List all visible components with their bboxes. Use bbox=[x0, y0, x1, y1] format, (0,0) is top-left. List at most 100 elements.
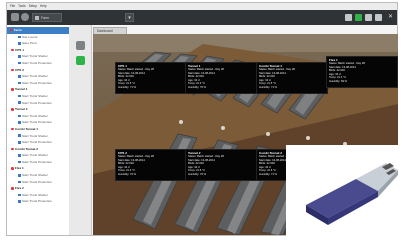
folder-icon bbox=[11, 127, 14, 131]
tree-group[interactable]: CPS 2 bbox=[7, 67, 69, 74]
tree-item-label: Tunnel 2 bbox=[15, 107, 28, 112]
tree-item[interactable]: Start Trunk Protection bbox=[7, 119, 69, 126]
camera-overlay[interactable]: Tunnel 1 Status: Batch started - Day 28 St… bbox=[185, 62, 257, 94]
tree-item-label: Combi Tunnel 1 bbox=[15, 126, 38, 131]
site-icon bbox=[35, 16, 39, 20]
tree-item[interactable]: Start Trunk Shelter bbox=[7, 73, 69, 80]
tree-item-label: Start Trunk Protection bbox=[22, 100, 52, 105]
page-icon bbox=[18, 193, 21, 197]
menu-file[interactable]: File bbox=[10, 3, 15, 10]
page-icon bbox=[18, 154, 21, 157]
tree-item-label: Start Trunk Shelter bbox=[22, 113, 48, 118]
folder-icon bbox=[11, 147, 14, 151]
tree-item-label: Start Trunk Protection bbox=[22, 80, 52, 85]
tree-group[interactable]: Combi Tunnel 1 bbox=[7, 126, 69, 133]
camera-view-icon[interactable] bbox=[355, 14, 362, 21]
tree-item[interactable]: Start Trunk Shelter bbox=[7, 152, 69, 159]
page-icon bbox=[18, 61, 21, 65]
tree-item-label: Start Trunk Shelter bbox=[22, 54, 48, 59]
usb-stick-image bbox=[286, 145, 403, 241]
tree-item[interactable]: Start Trunk Protection bbox=[7, 198, 69, 205]
camera-overlay[interactable]: Flex 1 Status: Batch started - Day 28 Star… bbox=[326, 56, 398, 88]
tree-item-label: Sites Pivot bbox=[22, 41, 37, 46]
page-icon bbox=[18, 75, 21, 78]
home-icon[interactable] bbox=[11, 13, 19, 21]
menu-bar: File Tools Setup Help bbox=[7, 3, 397, 10]
camera-stat: Humidity: 70 % bbox=[188, 172, 207, 176]
site-select-label: Farm bbox=[41, 16, 50, 20]
folder-icon bbox=[11, 88, 14, 91]
tree-item-label: Start Trunk Shelter bbox=[22, 173, 48, 178]
menu-tools[interactable]: Tools bbox=[18, 3, 25, 10]
page-icon bbox=[18, 141, 21, 144]
toolbar: Farm ▾ ✕ bbox=[7, 10, 397, 25]
tree-item[interactable]: Start Trunk Shelter bbox=[7, 93, 69, 100]
camera-overlay[interactable]: Tunnel 2 Status: Batch started - Day 28 St… bbox=[185, 149, 257, 181]
tree-item-label: Tunnel 1 bbox=[15, 87, 28, 92]
tree-item[interactable]: Start Trunk Protection bbox=[7, 139, 69, 146]
tree-item-label: Start Trunk Protection bbox=[22, 179, 52, 184]
folder-icon bbox=[11, 167, 14, 170]
tree-item[interactable]: Start Trunk Protection bbox=[7, 100, 69, 107]
tree-item-label: CPS 1 bbox=[15, 47, 24, 52]
tree-group[interactable]: Flex 2 bbox=[7, 185, 69, 192]
camera-stat: Humidity: 72 % bbox=[118, 172, 137, 176]
tree-group[interactable]: Combi Tunnel 2 bbox=[7, 146, 69, 153]
tree-item-label: Start Trunk Shelter bbox=[22, 192, 48, 197]
tree-item[interactable]: Sites Pivot bbox=[7, 40, 69, 47]
menu-setup[interactable]: Setup bbox=[29, 3, 37, 10]
tree-item-label: Start Trunk Protection bbox=[22, 199, 52, 204]
tree-item-label: Start Trunk Shelter bbox=[22, 93, 48, 98]
camera-overlay[interactable]: CPS 1 Status: Batch started - Day 28 Start… bbox=[115, 62, 187, 94]
tree-item-label: Start Trunk Protection bbox=[22, 120, 52, 125]
tree-group[interactable]: Flex 1 bbox=[7, 165, 69, 172]
tree-item[interactable]: Start Trunk Shelter bbox=[7, 192, 69, 199]
tree-item[interactable]: Start Trunk Protection bbox=[7, 179, 69, 186]
tree-item[interactable]: Start Trunk Protection bbox=[7, 159, 69, 166]
menu-help[interactable]: Help bbox=[40, 3, 47, 10]
camera-stat: Humidity: 71 % bbox=[118, 85, 137, 89]
tree-item-label: Start Trunk Protection bbox=[22, 159, 52, 164]
tree-item-label: Combi Tunnel 2 bbox=[15, 146, 38, 151]
tree-item[interactable]: Start Trunk Protection bbox=[7, 80, 69, 87]
settings-icon[interactable] bbox=[375, 14, 382, 21]
folder-icon bbox=[10, 28, 13, 32]
tab-dashboard[interactable]: Dashboard bbox=[93, 27, 127, 34]
tree-item[interactable]: Start Trunk Shelter bbox=[7, 53, 69, 60]
page-icon bbox=[18, 160, 21, 164]
tree-item[interactable]: Start Trunk Shelter bbox=[7, 133, 69, 140]
close-icon[interactable]: ✕ bbox=[388, 13, 393, 21]
folder-icon bbox=[11, 48, 14, 52]
tree-item[interactable]: Start Trunk Protection bbox=[7, 60, 69, 67]
cloud-icon[interactable] bbox=[21, 13, 29, 21]
tree-item[interactable]: Start Trunk Shelter bbox=[7, 172, 69, 179]
tree-group[interactable]: CPS 1 bbox=[7, 47, 69, 54]
add-camera-icon[interactable] bbox=[76, 56, 85, 65]
folder-icon bbox=[11, 68, 14, 71]
page-icon bbox=[18, 200, 21, 203]
chart-icon[interactable] bbox=[365, 14, 372, 21]
camera-stat: Humidity: 69 % bbox=[329, 79, 348, 83]
chevron-down-icon[interactable]: ▾ bbox=[125, 13, 134, 22]
tool-panel bbox=[69, 25, 92, 235]
usb-drive-icon bbox=[286, 145, 403, 241]
grid-view-icon[interactable] bbox=[345, 14, 352, 21]
tree-item[interactable]: Site Louvre bbox=[7, 34, 69, 41]
camera-overlay[interactable]: CPS 2 Status: Batch started - Day 28 Start… bbox=[115, 149, 187, 181]
tree-item-label: Site Louvre bbox=[22, 34, 38, 39]
tree-item[interactable]: Start Trunk Shelter bbox=[7, 113, 69, 120]
page-icon bbox=[18, 42, 21, 45]
tree-root[interactable]: Farm bbox=[7, 27, 69, 34]
page-icon bbox=[18, 81, 21, 85]
tree-group[interactable]: Tunnel 1 bbox=[7, 86, 69, 93]
page-icon bbox=[18, 55, 21, 58]
tree-group[interactable]: Tunnel 2 bbox=[7, 106, 69, 113]
page-icon bbox=[18, 134, 21, 137]
camera-stat: Humidity: 70 % bbox=[188, 85, 207, 89]
edit-icon[interactable] bbox=[76, 41, 85, 50]
sidebar-tree: Farm Site Louvre Sites Pivot CPS 1 Start Tru… bbox=[7, 25, 70, 235]
folder-icon bbox=[11, 108, 14, 111]
folder-icon bbox=[11, 187, 14, 190]
camera-overlay[interactable]: Combi Tunnel 1 Status: Batch started - Da… bbox=[256, 62, 328, 94]
site-select[interactable]: Farm bbox=[32, 13, 62, 22]
